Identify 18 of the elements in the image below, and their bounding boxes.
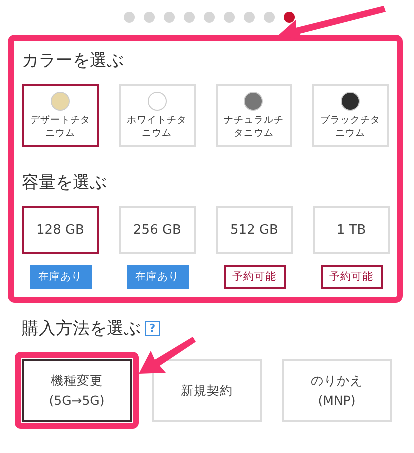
capacity-option[interactable]: 512 GB bbox=[216, 206, 293, 254]
color-option[interactable]: デザートチタニウム bbox=[22, 84, 99, 147]
capacity-option[interactable]: 1 TB bbox=[313, 206, 390, 254]
capacity-option[interactable]: 128 GB bbox=[22, 206, 99, 254]
color-option[interactable]: ナチュラルチタニウム bbox=[216, 84, 292, 147]
purchase-option[interactable]: のりかえ (MNP) bbox=[282, 359, 392, 422]
stock-badge: 在庫あり bbox=[30, 265, 92, 289]
purchase-option[interactable]: 機種変更 (5G→5G) bbox=[22, 359, 132, 422]
purchase-option[interactable]: 新規契約 bbox=[152, 359, 262, 422]
capacity-option[interactable]: 256 GB bbox=[119, 206, 196, 254]
section-title: 容量を選ぶ bbox=[22, 172, 107, 194]
stock-badge: 在庫あり bbox=[126, 265, 188, 289]
color-option[interactable]: ブラックチタニウム bbox=[312, 84, 389, 147]
color-option[interactable]: ホワイトチタニウム bbox=[118, 84, 196, 147]
stock-badge: 予約可能 bbox=[224, 265, 286, 289]
section-title: カラーを選ぶ bbox=[22, 50, 124, 72]
section-title: 購入方法を選ぶ bbox=[22, 318, 141, 340]
stock-badge: 予約可能 bbox=[320, 265, 382, 289]
